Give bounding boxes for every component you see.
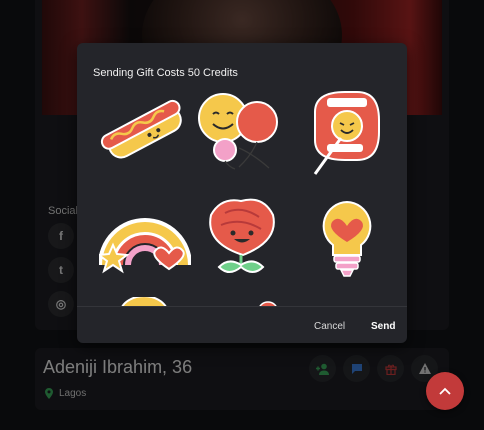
gift-modal: Sending Gift Costs 50 Credits Cancel Sen… bbox=[77, 43, 407, 343]
modal-footer: Cancel Send bbox=[77, 306, 407, 343]
scroll-to-top-button[interactable] bbox=[426, 372, 464, 410]
cancel-button[interactable]: Cancel bbox=[314, 321, 345, 332]
hotdog-icon[interactable] bbox=[99, 93, 189, 168]
gift-grid bbox=[77, 43, 407, 306]
send-button[interactable]: Send bbox=[371, 321, 395, 332]
lightbulb-heart-icon[interactable] bbox=[317, 198, 377, 282]
chevron-up-icon bbox=[439, 387, 451, 395]
sticker-row3-left[interactable] bbox=[119, 297, 169, 306]
modal-title: Sending Gift Costs 50 Credits bbox=[93, 67, 238, 79]
rose-icon[interactable] bbox=[203, 195, 281, 283]
rainbow-heart-icon[interactable] bbox=[99, 205, 191, 275]
smiley-balloons-icon[interactable] bbox=[195, 88, 287, 173]
mouth-lollipop-icon[interactable] bbox=[305, 88, 385, 180]
